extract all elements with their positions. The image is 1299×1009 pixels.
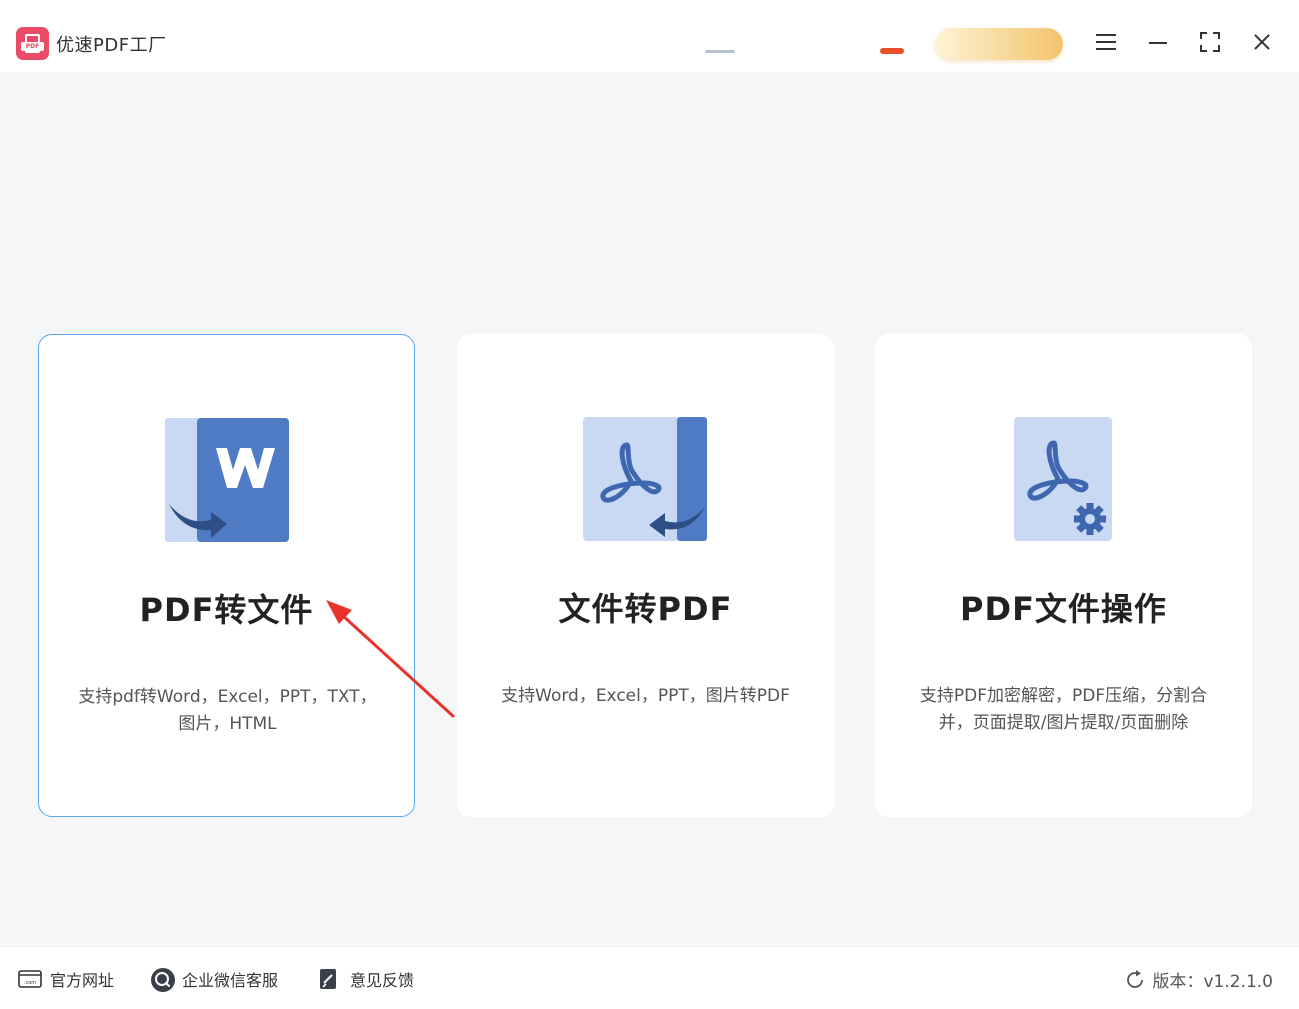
menu-button[interactable] [1093,28,1119,56]
version-info[interactable]: 版本：v1.2.1.0 [1124,967,1273,992]
feedback-label: 意见反馈 [350,971,415,990]
feedback-icon [318,967,342,991]
card-title: PDF转文件 [139,591,314,629]
chat-icon [150,967,175,992]
card-description-line: 支持pdf转Word，Excel，PPT，TXT， [78,687,377,707]
card-description: 支持Word，Excel，PPT，图片转PDF [485,683,806,710]
pdf-convert-icon [583,417,707,541]
app-logo-text: PDF [21,42,44,51]
promo-button[interactable] [935,28,1063,60]
title-bar: PDF 优速PDF工厂 [0,0,1299,72]
card-title: 文件转PDF [558,590,733,628]
card-file-to-pdf[interactable]: 文件转PDF 支持Word，Excel，PPT，图片转PDF [457,334,834,817]
app-logo-icon: PDF [16,27,49,60]
decoration-line [705,50,735,53]
minimize-button[interactable] [1145,28,1171,56]
pdf-settings-icon [1014,417,1112,541]
website-label: 官方网址 [50,971,115,990]
website-link[interactable]: .com 官方网址 [18,967,114,991]
card-description-line: 支持Word，Excel，PPT，图片转PDF [501,686,790,706]
maximize-button[interactable] [1197,28,1223,56]
decoration-badge [880,48,904,54]
word-convert-icon [165,418,289,542]
card-pdf-operations[interactable]: PDF文件操作 支持PDF加密解密，PDF压缩，分割合 并，页面提取/图片提取/… [875,334,1252,817]
close-button[interactable] [1249,28,1275,56]
refresh-icon [1124,969,1146,991]
status-bar: .com 官方网址 企业微信客服 意见反馈 版本：v1.2.1.0 [0,946,1299,1009]
wechat-service-link[interactable]: 企业微信客服 [150,967,279,992]
card-title: PDF文件操作 [960,590,1167,628]
version-label: 版本：v1.2.1.0 [1152,972,1273,992]
feedback-link[interactable]: 意见反馈 [318,967,414,991]
card-description: 支持pdf转Word，Excel，PPT，TXT， 图片，HTML [67,684,388,738]
card-description-line: 并，页面提取/图片提取/页面删除 [938,713,1189,733]
wechat-label: 企业微信客服 [182,971,279,990]
browser-icon: .com [18,967,42,991]
card-description-line: 支持PDF加密解密，PDF压缩，分割合 [919,686,1208,706]
card-description: 支持PDF加密解密，PDF压缩，分割合 并，页面提取/图片提取/页面删除 [903,683,1224,737]
svg-text:.com: .com [24,980,36,986]
card-description-line: 图片，HTML [178,714,277,734]
card-pdf-to-file[interactable]: PDF转文件 支持pdf转Word，Excel，PPT，TXT， 图片，HTML [38,334,415,817]
app-title: 优速PDF工厂 [56,35,167,56]
